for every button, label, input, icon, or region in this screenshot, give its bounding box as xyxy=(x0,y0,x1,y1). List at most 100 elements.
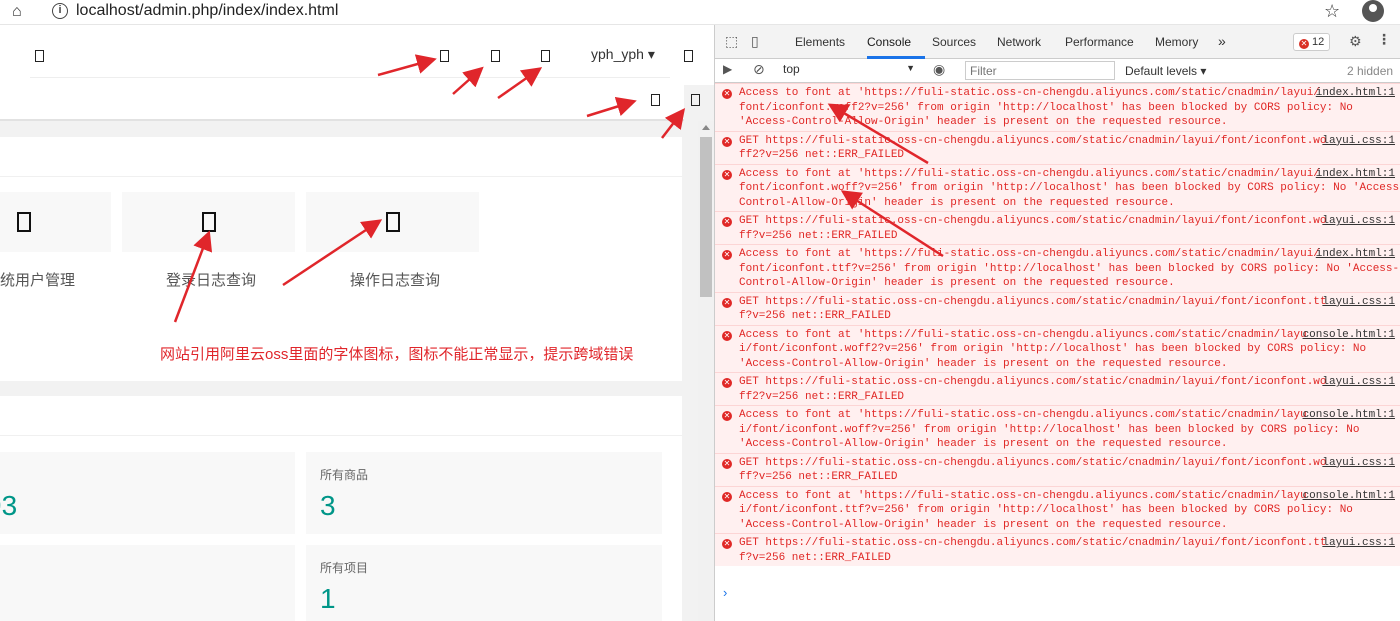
avatar[interactable] xyxy=(1362,0,1384,22)
annotation-caption: 网站引用阿里云oss里面的字体图标，图标不能正常显示，提示跨域错误 xyxy=(160,346,634,363)
message-source-link[interactable]: layui.css:1 xyxy=(1322,134,1395,149)
console-error-message[interactable]: ✕ Access to font at 'https://fuli-static.… xyxy=(715,83,1400,131)
console-error-message[interactable]: ✕ GET https://fuli-static.oss-cn-chengdu.… xyxy=(715,291,1400,325)
console-prompt[interactable]: › xyxy=(723,585,727,600)
menu-toggle-icon[interactable] xyxy=(35,50,44,62)
tab-menu-icon[interactable] xyxy=(691,94,700,106)
message-line: ff2?v=256 net::ERR_FAILED xyxy=(739,149,905,161)
tab-console[interactable]: Console xyxy=(867,35,911,49)
user-menu[interactable]: yph_yph ▾ xyxy=(591,46,655,63)
tab-network[interactable]: Network xyxy=(997,35,1041,49)
user-admin-icon xyxy=(17,212,31,232)
error-count-badge[interactable]: ✕ 12 xyxy=(1293,33,1331,51)
message-line: ff2?v=256 net::ERR_FAILED xyxy=(739,390,905,403)
home-icon[interactable]: ⌂ xyxy=(12,3,22,21)
error-count: 12 xyxy=(1312,36,1325,48)
console-error-message[interactable]: ✕ Access to font at 'https://fuli-static.… xyxy=(715,405,1400,453)
stat-title: 所有商品 xyxy=(320,468,369,482)
error-icon: ✕ xyxy=(722,89,732,99)
shortcut-tile[interactable] xyxy=(306,192,479,252)
context-select[interactable]: top xyxy=(783,62,917,79)
message-source-link[interactable]: index.html:1 xyxy=(1316,86,1395,101)
message-line: 'Access-Control-Allow-Origin' header is … xyxy=(739,518,1228,531)
tab-memory[interactable]: Memory xyxy=(1155,35,1198,49)
star-icon[interactable]: ☆ xyxy=(1324,1,1340,22)
shortcut-tile[interactable] xyxy=(0,192,111,252)
message-line: Control-Allow-Origin' header is present … xyxy=(739,196,1175,209)
shortcut-tile[interactable] xyxy=(122,192,295,252)
message-line: GET https://fuli-static.oss-cn-chengdu.a… xyxy=(739,295,1327,308)
console-error-message[interactable]: ✕ Access to font at 'https://fuli-static.… xyxy=(715,485,1400,533)
stat-tile[interactable]: 93 xyxy=(0,452,295,534)
error-icon: ✕ xyxy=(722,458,732,469)
message-source-link[interactable]: layui.css:1 xyxy=(1322,214,1395,229)
stat-tile[interactable] xyxy=(0,545,295,621)
message-source-link[interactable]: layui.css:1 xyxy=(1322,375,1395,390)
stat-tile[interactable]: 所有项目 1 xyxy=(306,545,662,621)
inspect-element-icon[interactable]: ⬚ xyxy=(725,33,738,50)
tab-elements[interactable]: Elements xyxy=(795,35,845,49)
scrollbar-thumb[interactable] xyxy=(700,137,712,297)
message-line: ff?v=256 net::ERR_FAILED xyxy=(739,471,898,483)
message-line: Access to font at 'https://fuli-static.o… xyxy=(739,328,1307,341)
kebab-menu-icon[interactable]: ⋮ xyxy=(1377,31,1391,48)
admin-page: yph_yph ▾ 统用户管理 登录日志查询 操作日志查询 网站引用阿里云oss… xyxy=(0,25,714,621)
error-icon: ✕ xyxy=(722,297,732,308)
stat-tile[interactable]: 所有商品 3 xyxy=(306,452,662,534)
login-log-icon xyxy=(202,212,216,232)
tab-sources[interactable]: Sources xyxy=(932,35,976,49)
header-icon-2[interactable] xyxy=(491,50,500,62)
hidden-count: 2 hidden xyxy=(1347,64,1394,78)
message-line: GET https://fuli-static.oss-cn-chengdu.a… xyxy=(739,215,1327,227)
url-field[interactable]: localhost/admin.php/index/index.html xyxy=(76,2,338,20)
more-icon[interactable] xyxy=(684,50,693,62)
message-line: f?v=256 net::ERR_FAILED xyxy=(739,310,891,322)
message-line: f?v=256 net::ERR_FAILED xyxy=(739,551,891,564)
message-source-link[interactable]: layui.css:1 xyxy=(1322,295,1395,310)
message-source-link[interactable]: layui.css:1 xyxy=(1322,536,1395,551)
message-source-link[interactable]: index.html:1 xyxy=(1316,247,1395,262)
device-toolbar-icon[interactable]: ▯ xyxy=(751,33,759,50)
clear-console-icon[interactable]: ⊘ xyxy=(753,61,765,78)
header-divider xyxy=(30,77,670,78)
console-toolbar: ▶ ⊘ top ◉ Default levels ▾ 2 hidden xyxy=(715,59,1400,83)
tile-label[interactable]: 统用户管理 xyxy=(0,269,75,290)
console-error-message[interactable]: ✕ GET https://fuli-static.oss-cn-chengdu.… xyxy=(715,533,1400,566)
message-source-link[interactable]: console.html:1 xyxy=(1303,408,1395,423)
tile-label[interactable]: 登录日志查询 xyxy=(166,269,256,290)
message-source-link[interactable]: layui.css:1 xyxy=(1322,456,1395,471)
info-icon[interactable]: i xyxy=(52,3,68,19)
console-error-message[interactable]: ✕ GET https://fuli-static.oss-cn-chengdu.… xyxy=(715,211,1400,244)
eye-icon[interactable]: ◉ xyxy=(933,61,945,78)
console-error-message[interactable]: ✕ Access to font at 'https://fuli-static.… xyxy=(715,163,1400,211)
gear-icon[interactable]: ⚙ xyxy=(1349,33,1362,50)
more-tabs-icon[interactable]: » xyxy=(1218,33,1226,49)
log-levels-dropdown[interactable]: Default levels ▾ xyxy=(1125,64,1206,78)
filter-input[interactable] xyxy=(965,61,1115,80)
console-error-message[interactable]: ✕ GET https://fuli-static.oss-cn-chengdu.… xyxy=(715,372,1400,405)
console-error-message[interactable]: ✕ Access to font at 'https://fuli-static.… xyxy=(715,324,1400,372)
error-icon: ✕ xyxy=(722,169,732,180)
console-error-message[interactable]: ✕ Access to font at 'https://fuli-static.… xyxy=(715,244,1400,292)
error-icon: ✕ xyxy=(722,250,732,260)
stat-title: 所有项目 xyxy=(320,561,369,575)
header-icon-3[interactable] xyxy=(541,50,550,62)
error-icon: ✕ xyxy=(722,136,732,147)
username-label: yph_yph xyxy=(591,46,644,62)
tab-scroll-icon[interactable] xyxy=(651,94,660,106)
message-source-link[interactable]: console.html:1 xyxy=(1303,328,1395,343)
message-source-link[interactable]: index.html:1 xyxy=(1316,167,1395,182)
card-header xyxy=(0,396,682,436)
tab-performance[interactable]: Performance xyxy=(1065,35,1134,49)
sidebar-toggle-icon[interactable]: ▶ xyxy=(723,62,732,76)
scroll-up-arrow-icon[interactable] xyxy=(702,125,710,130)
tile-label[interactable]: 操作日志查询 xyxy=(350,269,440,290)
tab-bar xyxy=(0,85,684,121)
message-line: GET https://fuli-static.oss-cn-chengdu.a… xyxy=(739,537,1327,549)
console-error-message[interactable]: ✕ GET https://fuli-static.oss-cn-chengdu.… xyxy=(715,130,1400,164)
header-icon-1[interactable] xyxy=(440,50,449,62)
message-line: Access to font at 'https://fuli-static.o… xyxy=(739,248,1320,260)
error-icon: ✕ xyxy=(722,539,732,549)
message-source-link[interactable]: console.html:1 xyxy=(1303,489,1395,504)
console-error-message[interactable]: ✕ GET https://fuli-static.oss-cn-chengdu.… xyxy=(715,452,1400,486)
